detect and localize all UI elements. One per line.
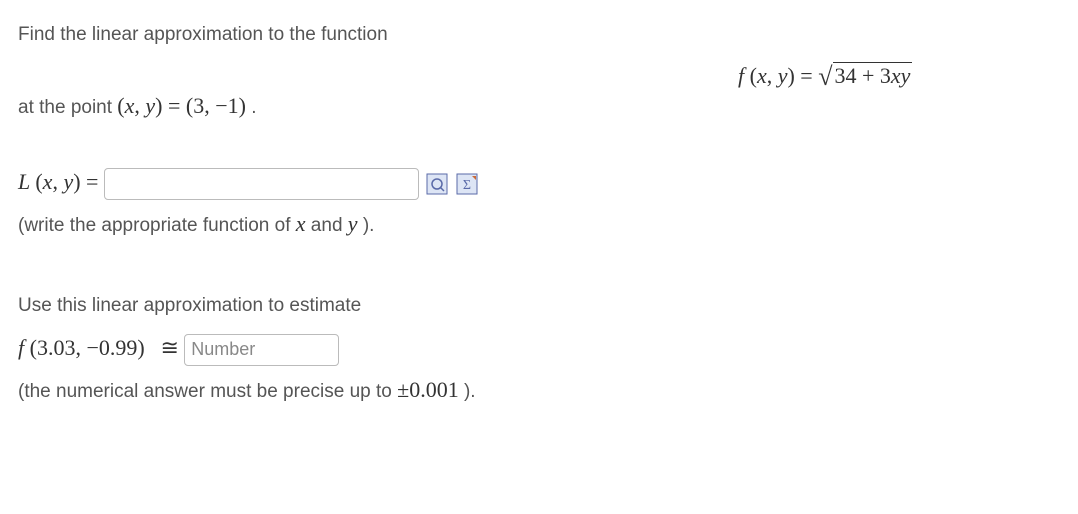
answer-line-L: L (x, y) = Σ — [18, 164, 698, 200]
math-point: (x, y) = (3, −1) — [117, 93, 246, 118]
math-L-label: L (x, y) = — [18, 169, 104, 194]
sqrt-body: 34 + 3xy — [833, 62, 913, 89]
hint-text-1a: (write the appropriate function of — [18, 215, 296, 236]
math-f-eval: f (3.03, −0.99) — [18, 335, 145, 360]
sqrt-symbol: √ — [818, 62, 832, 91]
math-f-lhs: f (x, y) = — [738, 63, 818, 88]
prompt-line-2: at the point (x, y) = (3, −1) . — [18, 88, 698, 123]
text-period: . — [246, 97, 257, 118]
hint-text-2a: (the numerical answer must be precise up… — [18, 381, 397, 402]
estimate-input[interactable] — [184, 334, 339, 366]
text-at-point: at the point — [18, 97, 117, 118]
hint-text-2b: ). — [459, 381, 476, 402]
hint-line-2: (the numerical answer must be precise up… — [18, 372, 698, 407]
prompt-line-3: Use this linear approximation to estimat… — [18, 291, 698, 321]
function-definition: f (x, y) = √34 + 3xy — [738, 20, 1060, 90]
hint-text-1b: and — [306, 215, 348, 236]
hint-line-1: (write the appropriate function of x and… — [18, 206, 698, 241]
hint-text-1c: ). — [358, 215, 375, 236]
preview-icon[interactable] — [426, 173, 448, 195]
math-var-x: x — [296, 211, 306, 236]
approx-symbol: ≅ — [161, 335, 179, 360]
linear-approx-input[interactable] — [104, 168, 419, 200]
svg-text:Σ: Σ — [462, 178, 470, 193]
answer-line-f: f (3.03, −0.99) ≅ — [18, 330, 698, 366]
math-tolerance: ±0.001 — [397, 377, 459, 402]
equation-editor-icon[interactable]: Σ — [456, 173, 478, 195]
prompt-line-1: Find the linear approximation to the fun… — [18, 20, 698, 50]
math-var-y: y — [348, 211, 358, 236]
